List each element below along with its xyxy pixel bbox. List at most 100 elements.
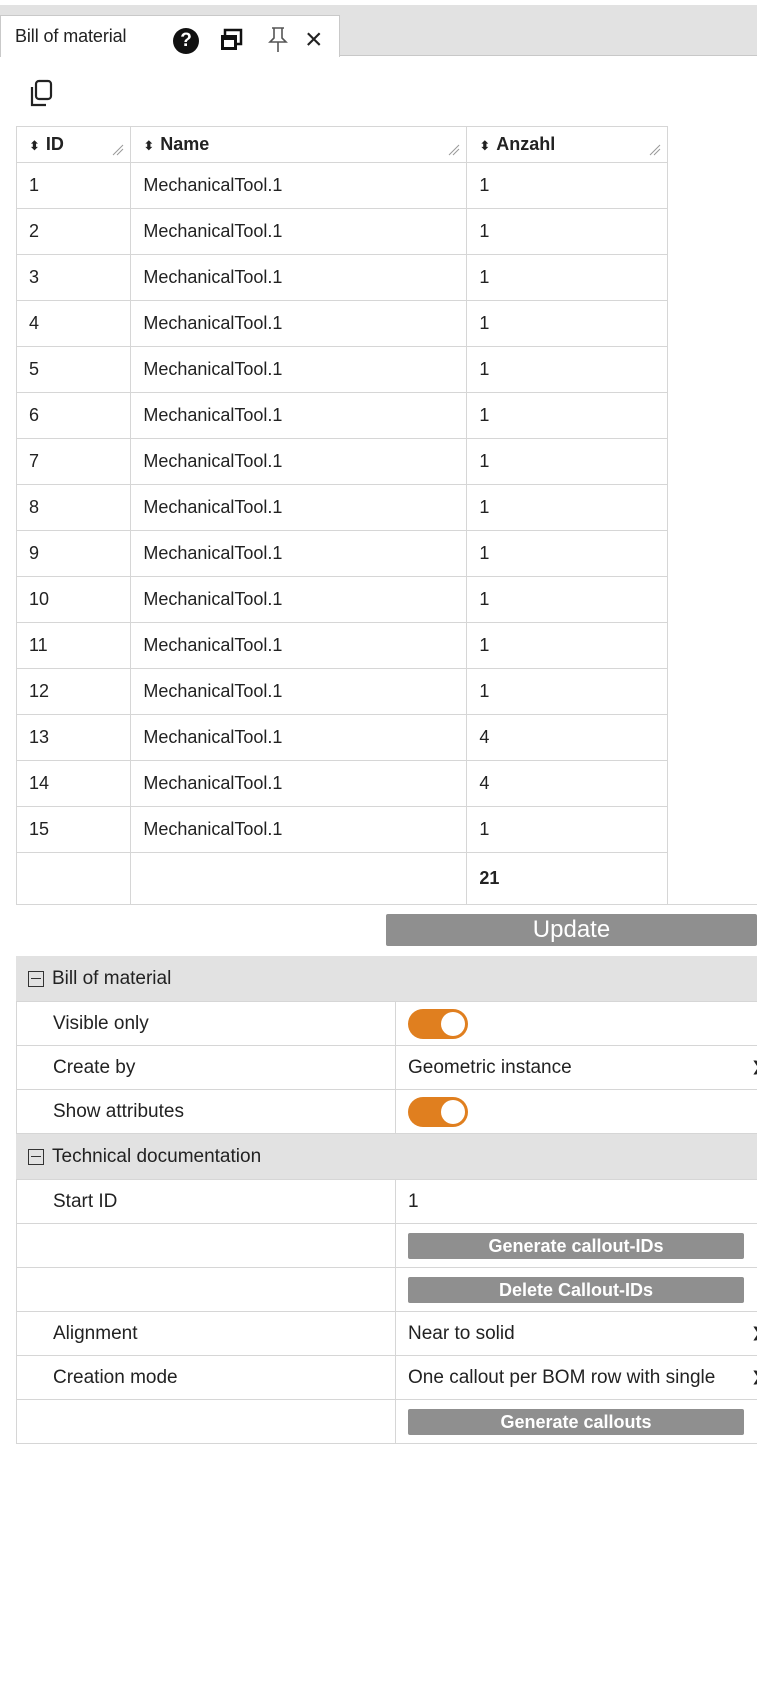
cell-name: MechanicalTool.1 [130,300,468,347]
cell-name: MechanicalTool.1 [130,714,468,761]
cell-id: 4 [15,300,132,347]
table-header-row: ⬍ ID ⬍ Name ⬍ Anzahl [15,126,757,163]
row-spacer [668,715,757,761]
row-spacer [668,347,757,393]
cell-id: 3 [15,254,132,301]
table-row[interactable]: 13 MechanicalTool.1 4 [15,714,757,761]
update-button[interactable]: Update [386,914,757,946]
create-by-value: Geometric instance [408,1056,572,1078]
table-row[interactable]: 7 MechanicalTool.1 1 [15,438,757,485]
visible-only-label: Visible only [17,1002,396,1045]
table-row[interactable]: 2 MechanicalTool.1 1 [15,208,757,255]
row-spacer [668,485,757,531]
cell-name: MechanicalTool.1 [130,668,468,715]
bom-table: ⬍ ID ⬍ Name ⬍ Anzahl 1 MechanicalTool.1 1 2 Mec… [15,126,757,905]
cell-name: MechanicalTool.1 [130,162,468,209]
start-id-label: Start ID [17,1180,396,1223]
help-icon[interactable]: ? [173,28,199,54]
row-spacer [668,531,757,577]
cell-anzahl: 1 [466,668,669,715]
creation-mode-select[interactable]: One callout per BOM row with single ❯ [396,1356,757,1399]
row-alignment: Alignment Near to solid ❯ [16,1312,757,1356]
cell-name: MechanicalTool.1 [130,484,468,531]
delete-callout-ids-button[interactable]: Delete Callout-IDs [408,1276,744,1303]
cell-id: 6 [15,392,132,439]
visible-only-toggle[interactable] [408,1008,468,1039]
cell-id: 9 [15,530,132,577]
table-row[interactable]: 10 MechanicalTool.1 1 [15,576,757,623]
alignment-select[interactable]: Near to solid ❯ [396,1312,757,1355]
table-row[interactable]: 8 MechanicalTool.1 1 [15,484,757,531]
total-cell-empty [15,852,132,905]
cell-name: MechanicalTool.1 [130,530,468,577]
table-row[interactable]: 1 MechanicalTool.1 1 [15,162,757,209]
chevron-down-icon: ❯ [751,1324,757,1341]
row-spacer [668,393,757,439]
restore-window-icon[interactable] [219,28,243,52]
properties-panel: Bill of material Visible only Create by … [16,956,757,1444]
column-label: Anzahl [496,134,556,154]
sort-icon: ⬍ [29,138,40,153]
cell-anzahl: 1 [466,208,669,255]
copy-icon[interactable] [28,79,54,114]
table-row[interactable]: 6 MechanicalTool.1 1 [15,392,757,439]
row-spacer [668,255,757,301]
table-row[interactable]: 5 MechanicalTool.1 1 [15,346,757,393]
cell-name: MechanicalTool.1 [130,254,468,301]
generate-callouts-button[interactable]: Generate callouts [408,1408,744,1435]
cell-id: 15 [15,806,132,853]
row-generate-ids: Generate callout-IDs [16,1224,757,1268]
start-id-field[interactable]: 1 [396,1180,757,1223]
cell-anzahl: 1 [466,576,669,623]
section-bill-of-material[interactable]: Bill of material [16,956,757,1002]
header-spacer [667,126,757,163]
resize-icon[interactable] [647,144,661,156]
table-row[interactable]: 14 MechanicalTool.1 4 [15,760,757,807]
show-attributes-toggle[interactable] [408,1096,468,1127]
cell-name: MechanicalTool.1 [130,760,468,807]
row-spacer [668,623,757,669]
cell-anzahl: 1 [466,392,669,439]
row-spacer [668,577,757,623]
table-row[interactable]: 3 MechanicalTool.1 1 [15,254,757,301]
cell-name: MechanicalTool.1 [130,576,468,623]
table-row[interactable]: 12 MechanicalTool.1 1 [15,668,757,715]
resize-icon[interactable] [110,144,124,156]
collapse-icon[interactable] [28,970,44,987]
cell-id: 11 [15,622,132,669]
cell-name: MechanicalTool.1 [130,806,468,853]
empty-label [17,1268,396,1311]
table-row[interactable]: 11 MechanicalTool.1 1 [15,622,757,669]
cell-name: MechanicalTool.1 [130,346,468,393]
column-header-id[interactable]: ⬍ ID [15,126,132,163]
resize-icon[interactable] [446,144,460,156]
collapse-icon[interactable] [28,1148,44,1165]
table-row[interactable]: 9 MechanicalTool.1 1 [15,530,757,577]
table-row[interactable]: 4 MechanicalTool.1 1 [15,300,757,347]
cell-anzahl: 4 [466,714,669,761]
tab-bill-of-material[interactable]: Bill of material ? × [0,15,340,57]
close-icon[interactable]: × [305,25,323,55]
row-delete-ids: Delete Callout-IDs [16,1268,757,1312]
pin-icon[interactable] [267,26,289,54]
sort-icon: ⬍ [143,138,155,153]
total-quantity: 21 [466,852,669,905]
row-start-id: Start ID 1 [16,1180,757,1224]
create-by-select[interactable]: Geometric instance ❯ [396,1046,757,1089]
cell-id: 5 [15,346,132,393]
row-generate-callouts: Generate callouts [16,1400,757,1444]
cell-anzahl: 1 [466,622,669,669]
column-header-anzahl[interactable]: ⬍ Anzahl [466,126,669,163]
empty-label [17,1224,396,1267]
section-technical-documentation[interactable]: Technical documentation [16,1134,757,1180]
row-spacer [668,807,757,853]
table-row[interactable]: 15 MechanicalTool.1 1 [15,806,757,853]
generate-callout-ids-button[interactable]: Generate callout-IDs [408,1232,744,1259]
cell-id: 12 [15,668,132,715]
column-header-name[interactable]: ⬍ Name [130,126,468,163]
cell-anzahl: 1 [466,484,669,531]
cell-anzahl: 1 [466,438,669,485]
cell-name: MechanicalTool.1 [130,438,468,485]
row-spacer [668,163,757,209]
tab-bar: Bill of material ? × [0,5,757,57]
